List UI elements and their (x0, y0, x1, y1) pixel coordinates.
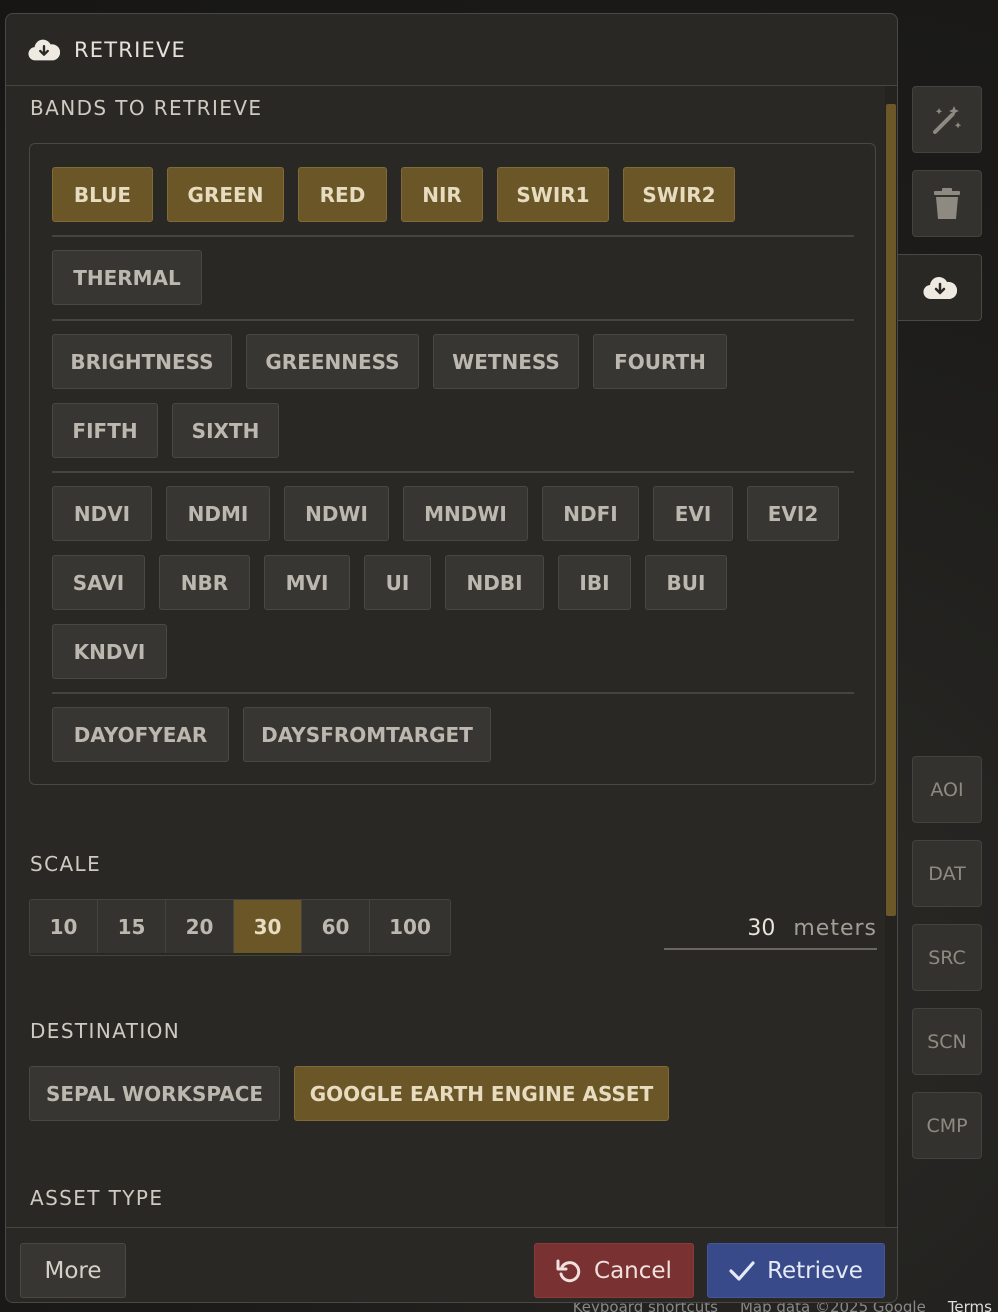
panel-body[interactable]: BANDS TO RETRIEVE BLUE GREEN RED NIR SWI… (6, 86, 897, 1229)
bands-box: BLUE GREEN RED NIR SWIR1 SWIR2 THERMAL B… (29, 143, 876, 785)
band-chip-evi[interactable]: EVI (653, 486, 733, 541)
more-button-label: More (44, 1257, 102, 1284)
band-chip-ui[interactable]: UI (364, 555, 431, 610)
magic-wand-icon (933, 105, 962, 134)
magic-wand-button[interactable] (912, 86, 982, 153)
destination-section-label: DESTINATION (30, 1019, 181, 1043)
band-group-divider (52, 235, 854, 237)
scale-option-20[interactable]: 20 (166, 900, 234, 953)
terms-link[interactable]: Terms (948, 1298, 992, 1312)
src-button[interactable]: SRC (912, 924, 982, 991)
scale-option-15[interactable]: 15 (98, 900, 166, 953)
band-chip-nbr[interactable]: NBR (159, 555, 250, 610)
band-chip-savi[interactable]: SAVI (52, 555, 145, 610)
destination-sepal-workspace[interactable]: SEPAL WORKSPACE (29, 1066, 280, 1121)
scale-unit: meters (793, 915, 877, 941)
cancel-button-label: Cancel (594, 1257, 672, 1284)
retrieve-panel: RETRIEVE BANDS TO RETRIEVE BLUE GREEN RE… (5, 13, 898, 1303)
check-icon (729, 1260, 755, 1281)
band-chip-kndvi[interactable]: KNDVI (52, 624, 167, 679)
panel-title: RETRIEVE (74, 37, 186, 62)
cmp-button[interactable]: CMP (912, 1092, 982, 1159)
band-chip-brightness[interactable]: BRIGHTNESS (52, 334, 232, 389)
scrollbar-thumb[interactable] (886, 104, 896, 916)
panel-header: RETRIEVE (6, 14, 897, 86)
bands-section-label: BANDS TO RETRIEVE (30, 96, 263, 120)
band-chip-nir[interactable]: NIR (401, 167, 483, 222)
band-chip-ndmi[interactable]: NDMI (166, 486, 270, 541)
band-chip-mndwi[interactable]: MNDWI (403, 486, 528, 541)
band-chip-greenness[interactable]: GREENNESS (246, 334, 419, 389)
scale-option-30[interactable]: 30 (234, 900, 302, 953)
scale-input[interactable]: 30 meters (664, 908, 877, 950)
scn-button[interactable]: SCN (912, 1008, 982, 1075)
aoi-button[interactable]: AOI (912, 756, 982, 823)
band-chip-fourth[interactable]: FOURTH (593, 334, 727, 389)
scale-option-60[interactable]: 60 (302, 900, 370, 953)
band-chip-ndvi[interactable]: NDVI (52, 486, 152, 541)
undo-icon (556, 1259, 581, 1282)
trash-button[interactable] (912, 170, 982, 237)
band-chip-ibi[interactable]: IBI (558, 555, 631, 610)
panel-footer: More Cancel Retrieve (6, 1227, 897, 1302)
band-chip-swir2[interactable]: SWIR2 (623, 167, 735, 222)
band-chip-mvi[interactable]: MVI (264, 555, 350, 610)
more-button[interactable]: More (20, 1243, 126, 1298)
band-chip-ndwi[interactable]: NDWI (284, 486, 389, 541)
scrollbar[interactable] (885, 86, 897, 1229)
band-chip-wetness[interactable]: WETNESS (433, 334, 579, 389)
band-chip-daysfromtarget[interactable]: DAYSFROMTARGET (243, 707, 491, 762)
retrieve-button-label: Retrieve (767, 1257, 863, 1284)
band-chip-thermal[interactable]: THERMAL (52, 250, 202, 305)
band-chip-ndfi[interactable]: NDFI (542, 486, 639, 541)
scale-selector: 10 15 20 30 60 100 (29, 899, 451, 956)
scale-option-10[interactable]: 10 (30, 900, 98, 953)
band-chip-blue[interactable]: BLUE (52, 167, 153, 222)
cancel-button[interactable]: Cancel (534, 1243, 694, 1298)
band-group-divider (52, 471, 854, 473)
trash-icon (934, 187, 960, 219)
dat-button[interactable]: DAT (912, 840, 982, 907)
cloud-download-icon (28, 39, 60, 60)
band-group-divider (52, 692, 854, 694)
destination-gee-asset[interactable]: GOOGLE EARTH ENGINE ASSET (294, 1066, 669, 1121)
scale-section-label: SCALE (30, 852, 102, 876)
retrieve-tab-button[interactable] (898, 254, 982, 321)
band-chip-red[interactable]: RED (298, 167, 387, 222)
scale-option-100[interactable]: 100 (370, 900, 450, 953)
band-chip-bui[interactable]: BUI (645, 555, 727, 610)
band-chip-dayofyear[interactable]: DAYOFYEAR (52, 707, 229, 762)
band-chip-fifth[interactable]: FIFTH (52, 403, 158, 458)
retrieve-button[interactable]: Retrieve (707, 1243, 885, 1298)
band-chip-sixth[interactable]: SIXTH (172, 403, 279, 458)
asset-type-section-label: ASSET TYPE (30, 1186, 164, 1210)
band-chip-swir1[interactable]: SWIR1 (497, 167, 609, 222)
band-chip-evi2[interactable]: EVI2 (747, 486, 839, 541)
scale-value[interactable]: 30 (747, 916, 775, 941)
cloud-download-icon (923, 276, 957, 299)
band-group-divider (52, 319, 854, 321)
band-chip-green[interactable]: GREEN (167, 167, 284, 222)
band-chip-ndbi[interactable]: NDBI (445, 555, 544, 610)
